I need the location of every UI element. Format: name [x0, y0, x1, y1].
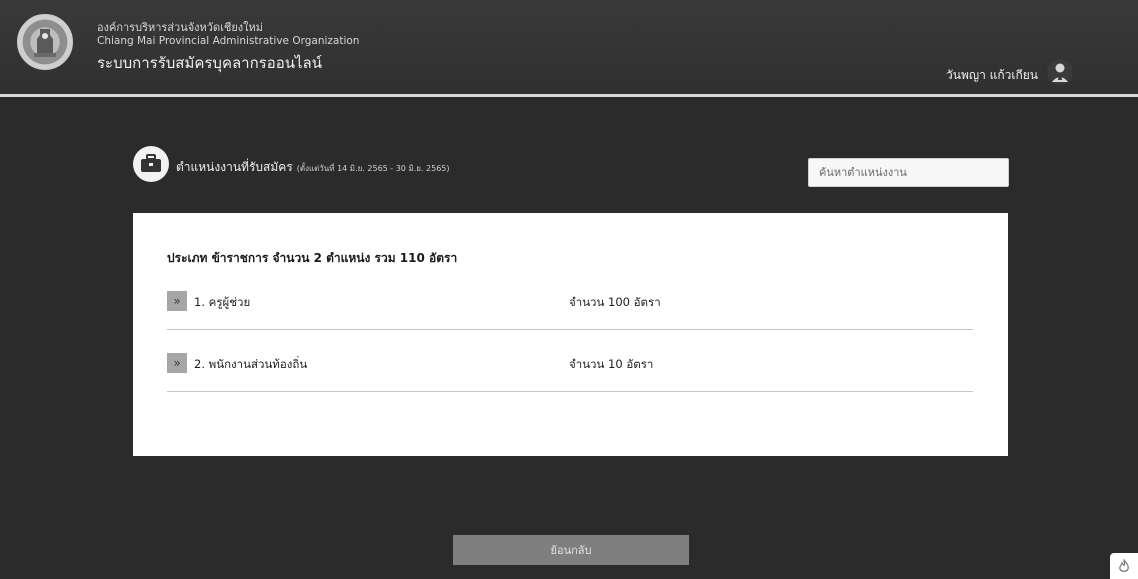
section-date-range: (ตั้งแต่วันที่ 14 มิ.ย. 2565 - 30 มิ.ย. … [296, 164, 450, 173]
org-name-english: Chiang Mai Provincial Administrative Org… [97, 35, 360, 47]
chevron-right-icon[interactable]: » [167, 353, 187, 373]
position-name[interactable]: 1. ครูผู้ช่วย [194, 294, 250, 312]
group-title: ประเภท ข้าราชการ จำนวน 2 ตำแหน่ง รวม 110… [167, 251, 458, 265]
chevron-right-icon[interactable]: » [167, 291, 187, 311]
header-divider [0, 94, 1138, 97]
back-button[interactable]: ย้อนกลับ [453, 535, 689, 565]
position-count: จำนวน 10 อัตรา [569, 357, 654, 371]
org-name-thai: องค์การบริหารส่วนจังหวัดเชียงใหม่ [97, 21, 264, 34]
page-header: องค์การบริหารส่วนจังหวัดเชียงใหม่ Chiang… [0, 0, 1138, 94]
search-input[interactable] [808, 158, 1009, 187]
section-title: ตำแหน่งงานที่รับสมัคร (ตั้งแต่วันที่ 14 ม… [176, 158, 450, 177]
system-title: ระบบการรับสมัครบุคลากรออนไลน์ [97, 54, 322, 72]
positions-card: ประเภท ข้าราชการ จำนวน 2 ตำแหน่ง รวม 110… [133, 213, 1008, 456]
position-count: จำนวน 100 อัตรา [569, 295, 661, 309]
position-name[interactable]: 2. พนักงานส่วนท้องถิ่น [194, 356, 307, 374]
list-item[interactable]: » 1. ครูผู้ช่วย จำนวน 100 อัตรา [167, 287, 973, 330]
flame-icon[interactable] [1110, 553, 1138, 579]
briefcase-icon [133, 146, 169, 182]
list-item[interactable]: » 2. พนักงานส่วนท้องถิ่น จำนวน 10 อัตรา [167, 349, 973, 392]
section-title-text: ตำแหน่งงานที่รับสมัคร [176, 160, 293, 174]
user-name[interactable]: วันพญา แก้วเกียน [946, 66, 1038, 85]
user-avatar-icon[interactable] [1046, 58, 1074, 86]
provincial-seal-logo [17, 14, 73, 70]
